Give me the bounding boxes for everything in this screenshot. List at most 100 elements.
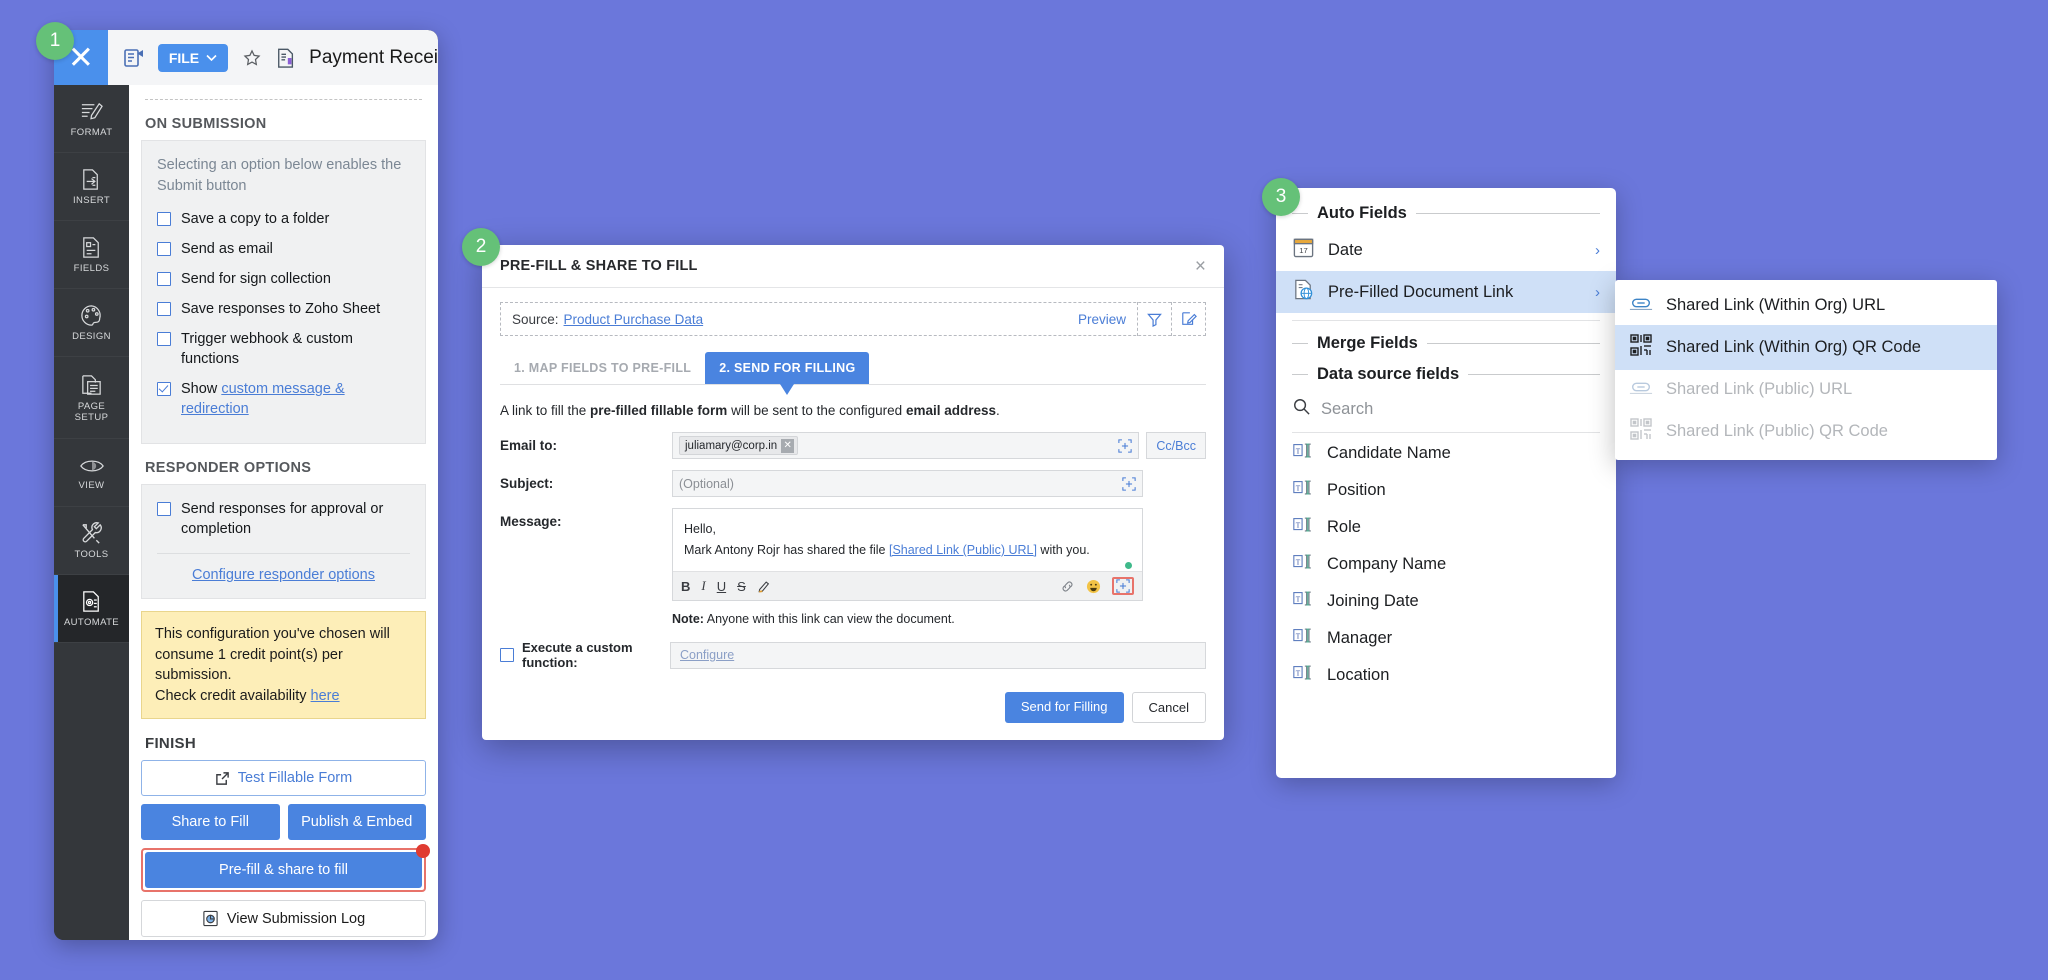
lead-e: . [996, 403, 1000, 418]
page-title: Payment Recei [309, 46, 438, 68]
file-menu-button[interactable]: FILE [157, 43, 229, 72]
text-field-icon: T [1292, 589, 1314, 614]
checkbox-label: Trigger webhook & custom functions [181, 331, 353, 367]
checkbox-box[interactable] [157, 382, 171, 396]
italic-button[interactable]: I [701, 578, 705, 594]
close-icon[interactable]: × [1195, 257, 1206, 276]
finish-heading: FINISH [145, 735, 196, 752]
rail-item-insert[interactable]: INSERT [54, 153, 129, 221]
cc-bcc-button[interactable]: Cc/Bcc [1146, 432, 1206, 459]
data-source-field-role[interactable]: T Role [1276, 509, 1616, 546]
insert-field-button[interactable] [1112, 577, 1134, 595]
data-source-field-candidate-name[interactable]: T Candidate Name [1276, 435, 1616, 472]
credit-notice-text: This configuration you've chosen will co… [155, 626, 390, 683]
data-source-field-position[interactable]: T Position [1276, 472, 1616, 509]
rail-item-automate[interactable]: AUTOMATE [54, 575, 129, 643]
calendar-icon: 17 [1292, 236, 1315, 264]
checkbox-box[interactable] [157, 502, 171, 516]
configure-responder-options-link[interactable]: Configure responder options [192, 567, 375, 583]
message-line-2b: with you. [1036, 543, 1090, 557]
custom-function-checkbox[interactable] [500, 648, 514, 662]
underline-button[interactable]: U [717, 579, 726, 594]
svg-text:T: T [1296, 631, 1301, 640]
message-line-2a: Mark Antony Rojr has shared the file [684, 543, 889, 557]
auto-field-date[interactable]: 17 Date › [1276, 229, 1616, 271]
rail-item-fields[interactable]: FIELDS [54, 221, 129, 289]
lead-d: email address [905, 403, 996, 418]
data-source-field-joining-date[interactable]: T Joining Date [1276, 583, 1616, 620]
checkbox-box[interactable] [157, 332, 171, 346]
chevron-right-icon: › [1595, 283, 1600, 301]
strikethrough-button[interactable]: S [737, 579, 746, 594]
tab-map-fields[interactable]: 1. MAP FIELDS TO PRE-FILL [500, 352, 705, 384]
publish-embed-button[interactable]: Publish & Embed [287, 804, 426, 840]
checkbox-label: Send as email [181, 241, 273, 257]
tools-icon [82, 522, 102, 544]
checkbox-box[interactable] [157, 272, 171, 286]
favorite-star-icon[interactable] [242, 48, 262, 68]
rail-item-tools[interactable]: TOOLS [54, 507, 129, 575]
rail-item-design[interactable]: DESIGN [54, 289, 129, 357]
source-value-link[interactable]: Product Purchase Data [564, 312, 704, 327]
field-search[interactable]: Search [1276, 390, 1616, 428]
checkbox-box[interactable] [157, 302, 171, 316]
submenu-item-within-org-url[interactable]: Shared Link (Within Org) URL [1615, 286, 1997, 325]
message-row: Message: Hello, Mark Antony Rojr has sha… [500, 508, 1206, 601]
checkbox-trigger-webhook[interactable]: Trigger webhook & custom functions [157, 329, 410, 369]
checkbox-save-copy-folder[interactable]: Save a copy to a folder [157, 209, 410, 229]
checkbox-send-for-approval[interactable]: Send responses for approval or completio… [157, 499, 410, 539]
preview-link[interactable]: Preview [1078, 312, 1137, 327]
test-fillable-form-button[interactable]: Test Fillable Form [141, 760, 426, 796]
checkbox-box[interactable] [157, 212, 171, 226]
svg-text:T: T [1296, 483, 1301, 492]
rail-label: VIEW [78, 479, 105, 491]
email-to-label: Email to: [500, 438, 558, 453]
configure-link[interactable]: Configure [680, 648, 734, 662]
filter-icon[interactable] [1137, 302, 1171, 336]
insert-field-icon[interactable] [1118, 438, 1133, 456]
subject-input[interactable]: (Optional) [672, 470, 1143, 497]
email-to-input[interactable]: juliamary@corp.in ✕ [672, 432, 1140, 459]
bold-button[interactable]: B [681, 579, 690, 594]
checkbox-send-for-sign[interactable]: Send for sign collection [157, 269, 410, 289]
rail-item-view[interactable]: VIEW [54, 439, 129, 507]
credit-availability-link[interactable]: here [311, 688, 340, 704]
checkbox-show-custom-message[interactable]: Show custom message & redirection [157, 379, 410, 419]
shared-link-token[interactable]: [Shared Link (Public) URL] [889, 543, 1037, 557]
tab-send-for-filling[interactable]: 2. SEND FOR FILLING [705, 352, 870, 395]
submenu-item-public-qr: Shared Link (Public) QR Code [1615, 409, 1997, 454]
share-to-fill-button[interactable]: Share to Fill [141, 804, 280, 840]
custom-function-input[interactable]: Configure [670, 641, 1206, 669]
source-bar: Source: Product Purchase Data Preview [500, 302, 1206, 336]
message-content[interactable]: Hello, Mark Antony Rojr has shared the f… [673, 509, 1142, 571]
subject-label: Subject: [500, 476, 554, 491]
highlight-pen-icon[interactable] [757, 579, 771, 593]
rail-item-page-setup[interactable]: PAGE SETUP [54, 357, 129, 439]
edit-source-icon[interactable] [1171, 302, 1205, 336]
auto-fields-title: Auto Fields [1317, 204, 1407, 222]
step-badge-1: 1 [36, 22, 74, 60]
data-source-field-manager[interactable]: T Manager [1276, 620, 1616, 657]
file-menu-label: FILE [168, 49, 200, 66]
merge-fields-title: Merge Fields [1317, 334, 1418, 352]
text-field-icon: T [1292, 441, 1314, 466]
prefill-and-share-to-fill-button[interactable]: Pre-fill & share to fill [145, 852, 422, 888]
data-source-field-company-name[interactable]: T Company Name [1276, 546, 1616, 583]
view-submission-log-button[interactable]: View Submission Log [141, 900, 426, 937]
document-properties-icon[interactable] [276, 47, 296, 69]
remove-email-icon[interactable]: ✕ [781, 438, 795, 453]
text-field-icon: T [1292, 515, 1314, 540]
checkbox-save-zoho-sheet[interactable]: Save responses to Zoho Sheet [157, 299, 410, 319]
checkbox-box[interactable] [157, 242, 171, 256]
send-for-filling-button[interactable]: Send for Filling [1004, 692, 1124, 723]
insert-field-icon[interactable] [1122, 476, 1136, 494]
data-source-field-location[interactable]: T Location [1276, 657, 1616, 694]
auto-field-prefilled-document-link[interactable]: Pre-Filled Document Link › [1276, 271, 1616, 313]
emoji-icon[interactable] [1086, 579, 1101, 594]
rail-item-format[interactable]: FORMAT [54, 85, 129, 153]
checkbox-send-as-email[interactable]: Send as email [157, 239, 410, 259]
auto-fields-group-header: Auto Fields [1276, 198, 1616, 229]
cancel-button[interactable]: Cancel [1131, 692, 1206, 723]
link-icon[interactable] [1060, 579, 1075, 594]
submenu-item-within-org-qr[interactable]: Shared Link (Within Org) QR Code [1615, 325, 1997, 370]
